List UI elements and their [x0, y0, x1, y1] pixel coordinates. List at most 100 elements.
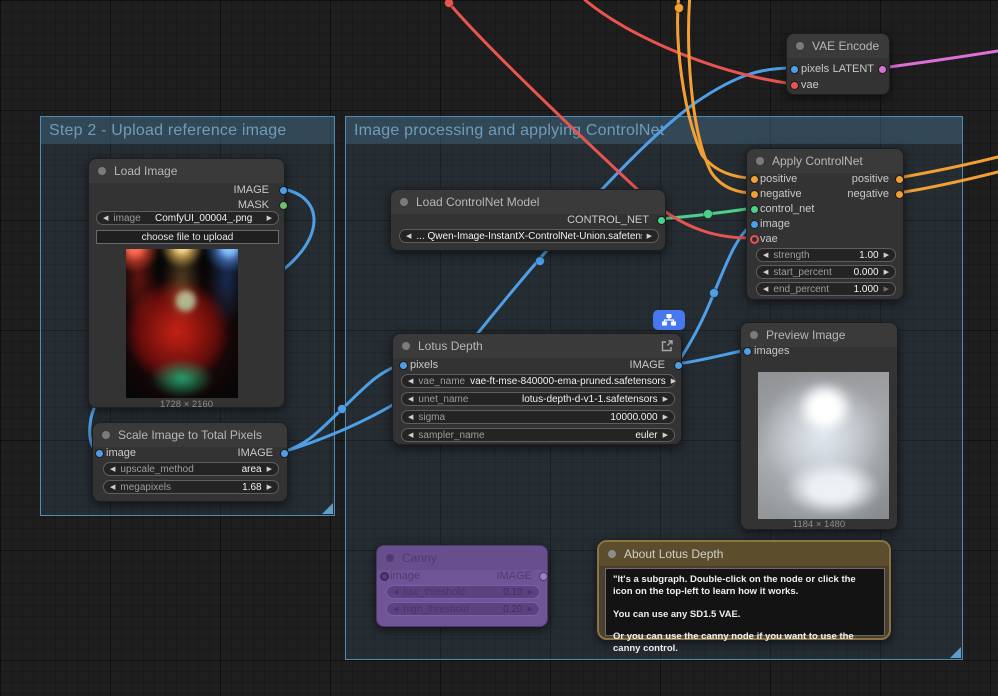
vae-encode-titlebar[interactable]: VAE Encode: [787, 34, 889, 58]
collapse-dot-icon[interactable]: [386, 554, 394, 562]
vae-name-value: vae-ft-mse-840000-ema-pruned.safetensors: [470, 375, 666, 387]
node-vae-encode[interactable]: VAE Encode pixels LATENT vae: [786, 33, 890, 95]
port-image-output[interactable]: [538, 571, 548, 581]
stepper-right-arrow-icon[interactable]: ▶: [884, 251, 889, 259]
canny-titlebar[interactable]: Canny: [377, 546, 547, 570]
scale-image-titlebar[interactable]: Scale Image to Total Pixels: [93, 423, 287, 447]
combo-left-arrow-icon[interactable]: ◀: [408, 431, 413, 439]
port-mask-output[interactable]: [278, 200, 288, 210]
image-file-combo[interactable]: ◀ image ComfyUI_00004_.png ▶: [96, 211, 279, 225]
start-percent-widget[interactable]: ◀ start_percent 0.000 ▶: [756, 265, 896, 279]
stepper-left-arrow-icon[interactable]: ◀: [408, 413, 413, 421]
image-widget-label: image: [113, 212, 141, 224]
port-positive-input[interactable]: [749, 174, 759, 184]
group-image-processing-resize-grip[interactable]: [950, 647, 961, 658]
choose-file-button[interactable]: choose file to upload: [96, 230, 279, 244]
subgraph-badge[interactable]: [653, 310, 685, 330]
load-image-titlebar[interactable]: Load Image: [89, 159, 284, 183]
combo-left-arrow-icon[interactable]: ◀: [103, 214, 108, 222]
end-percent-widget[interactable]: ◀ end_percent 1.000 ▶: [756, 282, 896, 296]
port-negative-output[interactable]: [894, 189, 904, 199]
collapse-dot-icon[interactable]: [796, 42, 804, 50]
port-image-output[interactable]: [278, 185, 288, 195]
port-controlnet-input[interactable]: [749, 204, 759, 214]
stepper-left-arrow-icon[interactable]: ◀: [763, 251, 768, 259]
collapse-dot-icon[interactable]: [400, 198, 408, 206]
stepper-right-arrow-icon[interactable]: ▶: [884, 285, 889, 293]
unet-name-widget[interactable]: ◀ unet_name lotus-depth-d-v1-1.safetenso…: [401, 392, 675, 406]
apply-controlnet-title: Apply ControlNet: [772, 154, 863, 168]
stepper-left-arrow-icon[interactable]: ◀: [110, 465, 115, 473]
stepper-left-arrow-icon[interactable]: ◀: [763, 285, 768, 293]
sigma-widget[interactable]: ◀ sigma 10000.000 ▶: [401, 410, 675, 424]
port-image-input[interactable]: [749, 219, 759, 229]
node-load-image[interactable]: Load Image IMAGE MASK ◀ image ComfyUI_00…: [88, 158, 288, 410]
port-vae-input[interactable]: [789, 80, 799, 90]
combo-right-arrow-icon[interactable]: ▶: [663, 431, 668, 439]
strength-widget[interactable]: ◀ strength 1.00 ▶: [756, 248, 896, 262]
stepper-left-arrow-icon[interactable]: ◀: [763, 268, 768, 276]
port-pixels-input[interactable]: [398, 360, 408, 370]
high-threshold-widget[interactable]: ◀ high_threshold 0.20 ▶: [386, 602, 540, 616]
node-load-controlnet[interactable]: Load ControlNet Model CONTROL_NET ◀ ... …: [390, 189, 666, 251]
combo-right-arrow-icon[interactable]: ▶: [267, 214, 272, 222]
controlnet-model-combo[interactable]: ◀ ... Qwen-Image-InstantX-ControlNet-Uni…: [399, 229, 659, 243]
node-apply-controlnet[interactable]: Apply ControlNet positive negative contr…: [746, 148, 904, 300]
canny-title: Canny: [402, 551, 437, 565]
group-step2-header[interactable]: Step 2 - Upload reference image: [41, 117, 334, 144]
stepper-right-arrow-icon[interactable]: ▶: [663, 413, 668, 421]
port-negative-input[interactable]: [749, 189, 759, 199]
group-image-processing-header[interactable]: Image processing and applying ControlNet: [346, 117, 962, 144]
collapse-dot-icon[interactable]: [98, 167, 106, 175]
port-image-input[interactable]: [94, 448, 104, 458]
collapse-dot-icon[interactable]: [608, 550, 616, 558]
node-canny-bypassed[interactable]: Canny image IMAGE ◀ low_threshold 0.10 ▶…: [376, 545, 548, 627]
port-pixels-input[interactable]: [789, 64, 799, 74]
stepper-right-arrow-icon[interactable]: ▶: [267, 483, 272, 491]
node-scale-image[interactable]: Scale Image to Total Pixels image IMAGE …: [92, 422, 289, 502]
stepper-left-arrow-icon[interactable]: ◀: [393, 605, 398, 613]
combo-right-arrow-icon[interactable]: ▶: [647, 232, 652, 240]
port-positive-output[interactable]: [894, 174, 904, 184]
note-titlebar[interactable]: About Lotus Depth: [599, 542, 889, 566]
low-threshold-widget[interactable]: ◀ low_threshold 0.10 ▶: [386, 585, 540, 599]
node-preview-image[interactable]: Preview Image images 1184 × 1480: [740, 322, 898, 530]
open-subgraph-icon[interactable]: [660, 339, 674, 353]
vae-name-widget[interactable]: ◀ vae_name vae-ft-mse-840000-ema-pruned.…: [401, 374, 676, 388]
collapse-dot-icon[interactable]: [402, 342, 410, 350]
load-controlnet-titlebar[interactable]: Load ControlNet Model: [391, 190, 665, 214]
apply-controlnet-titlebar[interactable]: Apply ControlNet: [747, 149, 903, 173]
depth-map-preview: [758, 372, 889, 519]
combo-left-arrow-icon[interactable]: ◀: [406, 232, 411, 240]
port-images-input[interactable]: [742, 346, 752, 356]
lotus-depth-titlebar[interactable]: Lotus Depth: [393, 334, 681, 358]
sampler-name-widget[interactable]: ◀ sampler_name euler ▶: [401, 428, 675, 442]
stepper-right-arrow-icon[interactable]: ▶: [884, 268, 889, 276]
collapse-dot-icon[interactable]: [102, 431, 110, 439]
collapse-dot-icon[interactable]: [756, 157, 764, 165]
collapse-dot-icon[interactable]: [750, 331, 758, 339]
port-latent-output[interactable]: [877, 64, 887, 74]
stepper-left-arrow-icon[interactable]: ◀: [393, 588, 398, 596]
combo-left-arrow-icon[interactable]: ◀: [408, 395, 413, 403]
preview-image-titlebar[interactable]: Preview Image: [741, 323, 897, 347]
port-image-output[interactable]: [673, 360, 683, 370]
node-lotus-depth[interactable]: Lotus Depth pixels IMAGE ◀ vae_name vae-…: [392, 333, 683, 445]
port-image-output[interactable]: [279, 448, 289, 458]
combo-left-arrow-icon[interactable]: ◀: [408, 377, 413, 385]
combo-right-arrow-icon[interactable]: ▶: [671, 377, 676, 385]
group-step2-resize-grip[interactable]: [322, 503, 333, 514]
high-threshold-label: high_threshold: [403, 603, 469, 615]
megapixels-widget[interactable]: ◀ megapixels 1.68 ▶: [103, 480, 279, 494]
stepper-right-arrow-icon[interactable]: ▶: [267, 465, 272, 473]
upscale-method-widget[interactable]: ◀ upscale_method area ▶: [103, 462, 279, 476]
node-about-lotus-depth[interactable]: About Lotus Depth "It's a subgraph. Doub…: [597, 540, 891, 654]
stepper-left-arrow-icon[interactable]: ◀: [110, 483, 115, 491]
port-vae-input[interactable]: [749, 234, 759, 244]
combo-right-arrow-icon[interactable]: ▶: [663, 395, 668, 403]
vae-encode-title: VAE Encode: [812, 39, 880, 53]
stepper-right-arrow-icon[interactable]: ▶: [528, 605, 533, 613]
stepper-right-arrow-icon[interactable]: ▶: [528, 588, 533, 596]
port-controlnet-output[interactable]: [656, 215, 666, 225]
port-image-input[interactable]: [379, 571, 389, 581]
